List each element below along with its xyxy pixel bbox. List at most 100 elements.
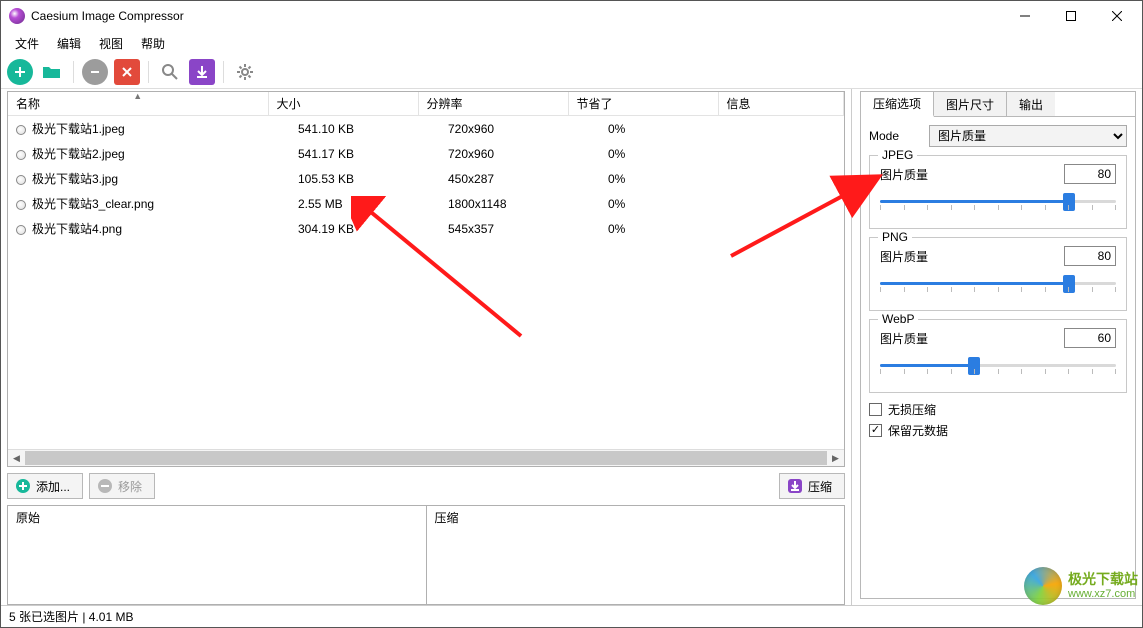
file-status-icon (16, 200, 26, 210)
lossless-checkbox[interactable] (869, 403, 882, 416)
cell-info (718, 216, 844, 241)
app-window: Caesium Image Compressor 文件 编辑 视图 帮助 (0, 0, 1143, 628)
lossless-label: 无损压缩 (888, 401, 936, 418)
cell-info (718, 141, 844, 166)
table-row[interactable]: 极光下载站3_clear.png2.55 MB1800x11480% (8, 191, 844, 216)
menu-help[interactable]: 帮助 (133, 33, 173, 54)
cell-saved: 0% (568, 116, 718, 141)
mode-select[interactable]: 图片质量 (929, 125, 1127, 147)
file-status-icon (16, 175, 26, 185)
add-button[interactable]: 添加... (7, 473, 83, 499)
png-quality-label: 图片质量 (880, 248, 1064, 265)
keepmeta-label: 保留元数据 (888, 422, 948, 439)
cell-size: 304.19 KB (268, 216, 418, 241)
toolbar-separator (73, 61, 74, 83)
settings-button[interactable] (232, 59, 258, 85)
png-quality-slider[interactable] (880, 274, 1116, 292)
tab-image-size[interactable]: 图片尺寸 (934, 92, 1007, 116)
preview-compressed: 压缩 (426, 506, 845, 604)
cell-resolution: 720x960 (418, 141, 568, 166)
file-status-icon (16, 125, 26, 135)
horizontal-scrollbar[interactable]: ◀ ▶ (8, 449, 844, 466)
remove-button[interactable]: 移除 (89, 473, 155, 499)
col-name[interactable]: 名称▲ (8, 92, 268, 116)
compress-button[interactable]: 压缩 (779, 473, 845, 499)
mode-row: Mode 图片质量 (869, 125, 1127, 147)
table-row[interactable]: 极光下载站2.jpeg541.17 KB720x9600% (8, 141, 844, 166)
compress-icon (788, 479, 802, 493)
toolbar-separator (223, 61, 224, 83)
webp-quality-input[interactable] (1064, 328, 1116, 348)
group-png: PNG 图片质量 (869, 237, 1127, 311)
gear-icon (236, 63, 254, 81)
minus-circle-icon (98, 479, 112, 493)
cell-size: 541.10 KB (268, 116, 418, 141)
jpeg-quality-slider[interactable] (880, 192, 1116, 210)
preview-row: 原始 压缩 (7, 505, 845, 605)
preview-original: 原始 (8, 506, 426, 604)
lossless-checkbox-row[interactable]: 无损压缩 (869, 401, 1127, 418)
file-table: 名称▲ 大小 分辨率 节省了 信息 (8, 92, 844, 116)
maximize-button[interactable] (1048, 1, 1094, 31)
mode-label: Mode (869, 129, 929, 143)
file-table-body[interactable]: 极光下载站1.jpeg541.10 KB720x9600%极光下载站2.jpeg… (8, 116, 844, 449)
compress-button-label: 压缩 (808, 478, 832, 495)
cell-name: 极光下载站1.jpeg (8, 116, 268, 141)
scroll-left-icon[interactable]: ◀ (8, 450, 25, 466)
webp-quality-label: 图片质量 (880, 330, 1064, 347)
menu-file[interactable]: 文件 (7, 33, 47, 54)
download-icon (195, 65, 209, 79)
cell-name: 极光下载站4.png (8, 216, 268, 241)
download-button[interactable] (189, 59, 215, 85)
keepmeta-checkbox-row[interactable]: 保留元数据 (869, 422, 1127, 439)
titlebar: Caesium Image Compressor (1, 1, 1142, 31)
close-icon (1112, 11, 1122, 21)
window-title: Caesium Image Compressor (31, 9, 1002, 23)
status-text: 5 张已选图片 | 4.01 MB (9, 608, 133, 625)
side-tabs: 压缩选项 图片尺寸 输出 (860, 91, 1136, 117)
sort-indicator-icon: ▲ (133, 91, 142, 101)
side-panel: 压缩选项 图片尺寸 输出 Mode 图片质量 JPEG 图片质量 (852, 89, 1142, 605)
col-saved[interactable]: 节省了 (568, 92, 718, 116)
table-row[interactable]: 极光下载站4.png304.19 KB545x3570% (8, 216, 844, 241)
table-row[interactable]: 极光下载站3.jpg105.53 KB450x2870% (8, 166, 844, 191)
trash-icon (120, 65, 134, 79)
webp-quality-slider[interactable] (880, 356, 1116, 374)
file-table-wrap: 名称▲ 大小 分辨率 节省了 信息 极光下载站1.jpeg541.10 KB72… (7, 91, 845, 467)
plus-icon (13, 65, 27, 79)
open-folder-button[interactable] (39, 59, 65, 85)
menu-edit[interactable]: 编辑 (49, 33, 89, 54)
left-button-row: 添加... 移除 压缩 (1, 471, 851, 505)
keepmeta-checkbox[interactable] (869, 424, 882, 437)
col-resolution[interactable]: 分辨率 (418, 92, 568, 116)
col-info[interactable]: 信息 (718, 92, 844, 116)
close-button[interactable] (1094, 1, 1140, 31)
menubar: 文件 编辑 视图 帮助 (1, 31, 1142, 55)
file-status-icon (16, 225, 26, 235)
cell-info (718, 166, 844, 191)
tab-compress-options[interactable]: 压缩选项 (861, 92, 934, 117)
scroll-right-icon[interactable]: ▶ (827, 450, 844, 466)
search-button[interactable] (157, 59, 183, 85)
cell-resolution: 545x357 (418, 216, 568, 241)
delete-button[interactable] (114, 59, 140, 85)
png-quality-input[interactable] (1064, 246, 1116, 266)
col-size[interactable]: 大小 (268, 92, 418, 116)
jpeg-quality-input[interactable] (1064, 164, 1116, 184)
jpeg-quality-label: 图片质量 (880, 166, 1064, 183)
cell-name: 极光下载站3_clear.png (8, 191, 268, 216)
table-row[interactable]: 极光下载站1.jpeg541.10 KB720x9600% (8, 116, 844, 141)
scrollbar-thumb[interactable] (25, 451, 827, 465)
menu-view[interactable]: 视图 (91, 33, 131, 54)
cell-info (718, 191, 844, 216)
group-png-title: PNG (878, 230, 912, 244)
remove-file-button[interactable] (82, 59, 108, 85)
minimize-button[interactable] (1002, 1, 1048, 31)
add-button-label: 添加... (36, 478, 70, 495)
preview-compressed-label: 压缩 (427, 506, 845, 529)
group-jpeg: JPEG 图片质量 (869, 155, 1127, 229)
tab-output[interactable]: 输出 (1007, 92, 1055, 116)
add-file-button[interactable] (7, 59, 33, 85)
cell-resolution: 450x287 (418, 166, 568, 191)
cell-name: 极光下载站3.jpg (8, 166, 268, 191)
